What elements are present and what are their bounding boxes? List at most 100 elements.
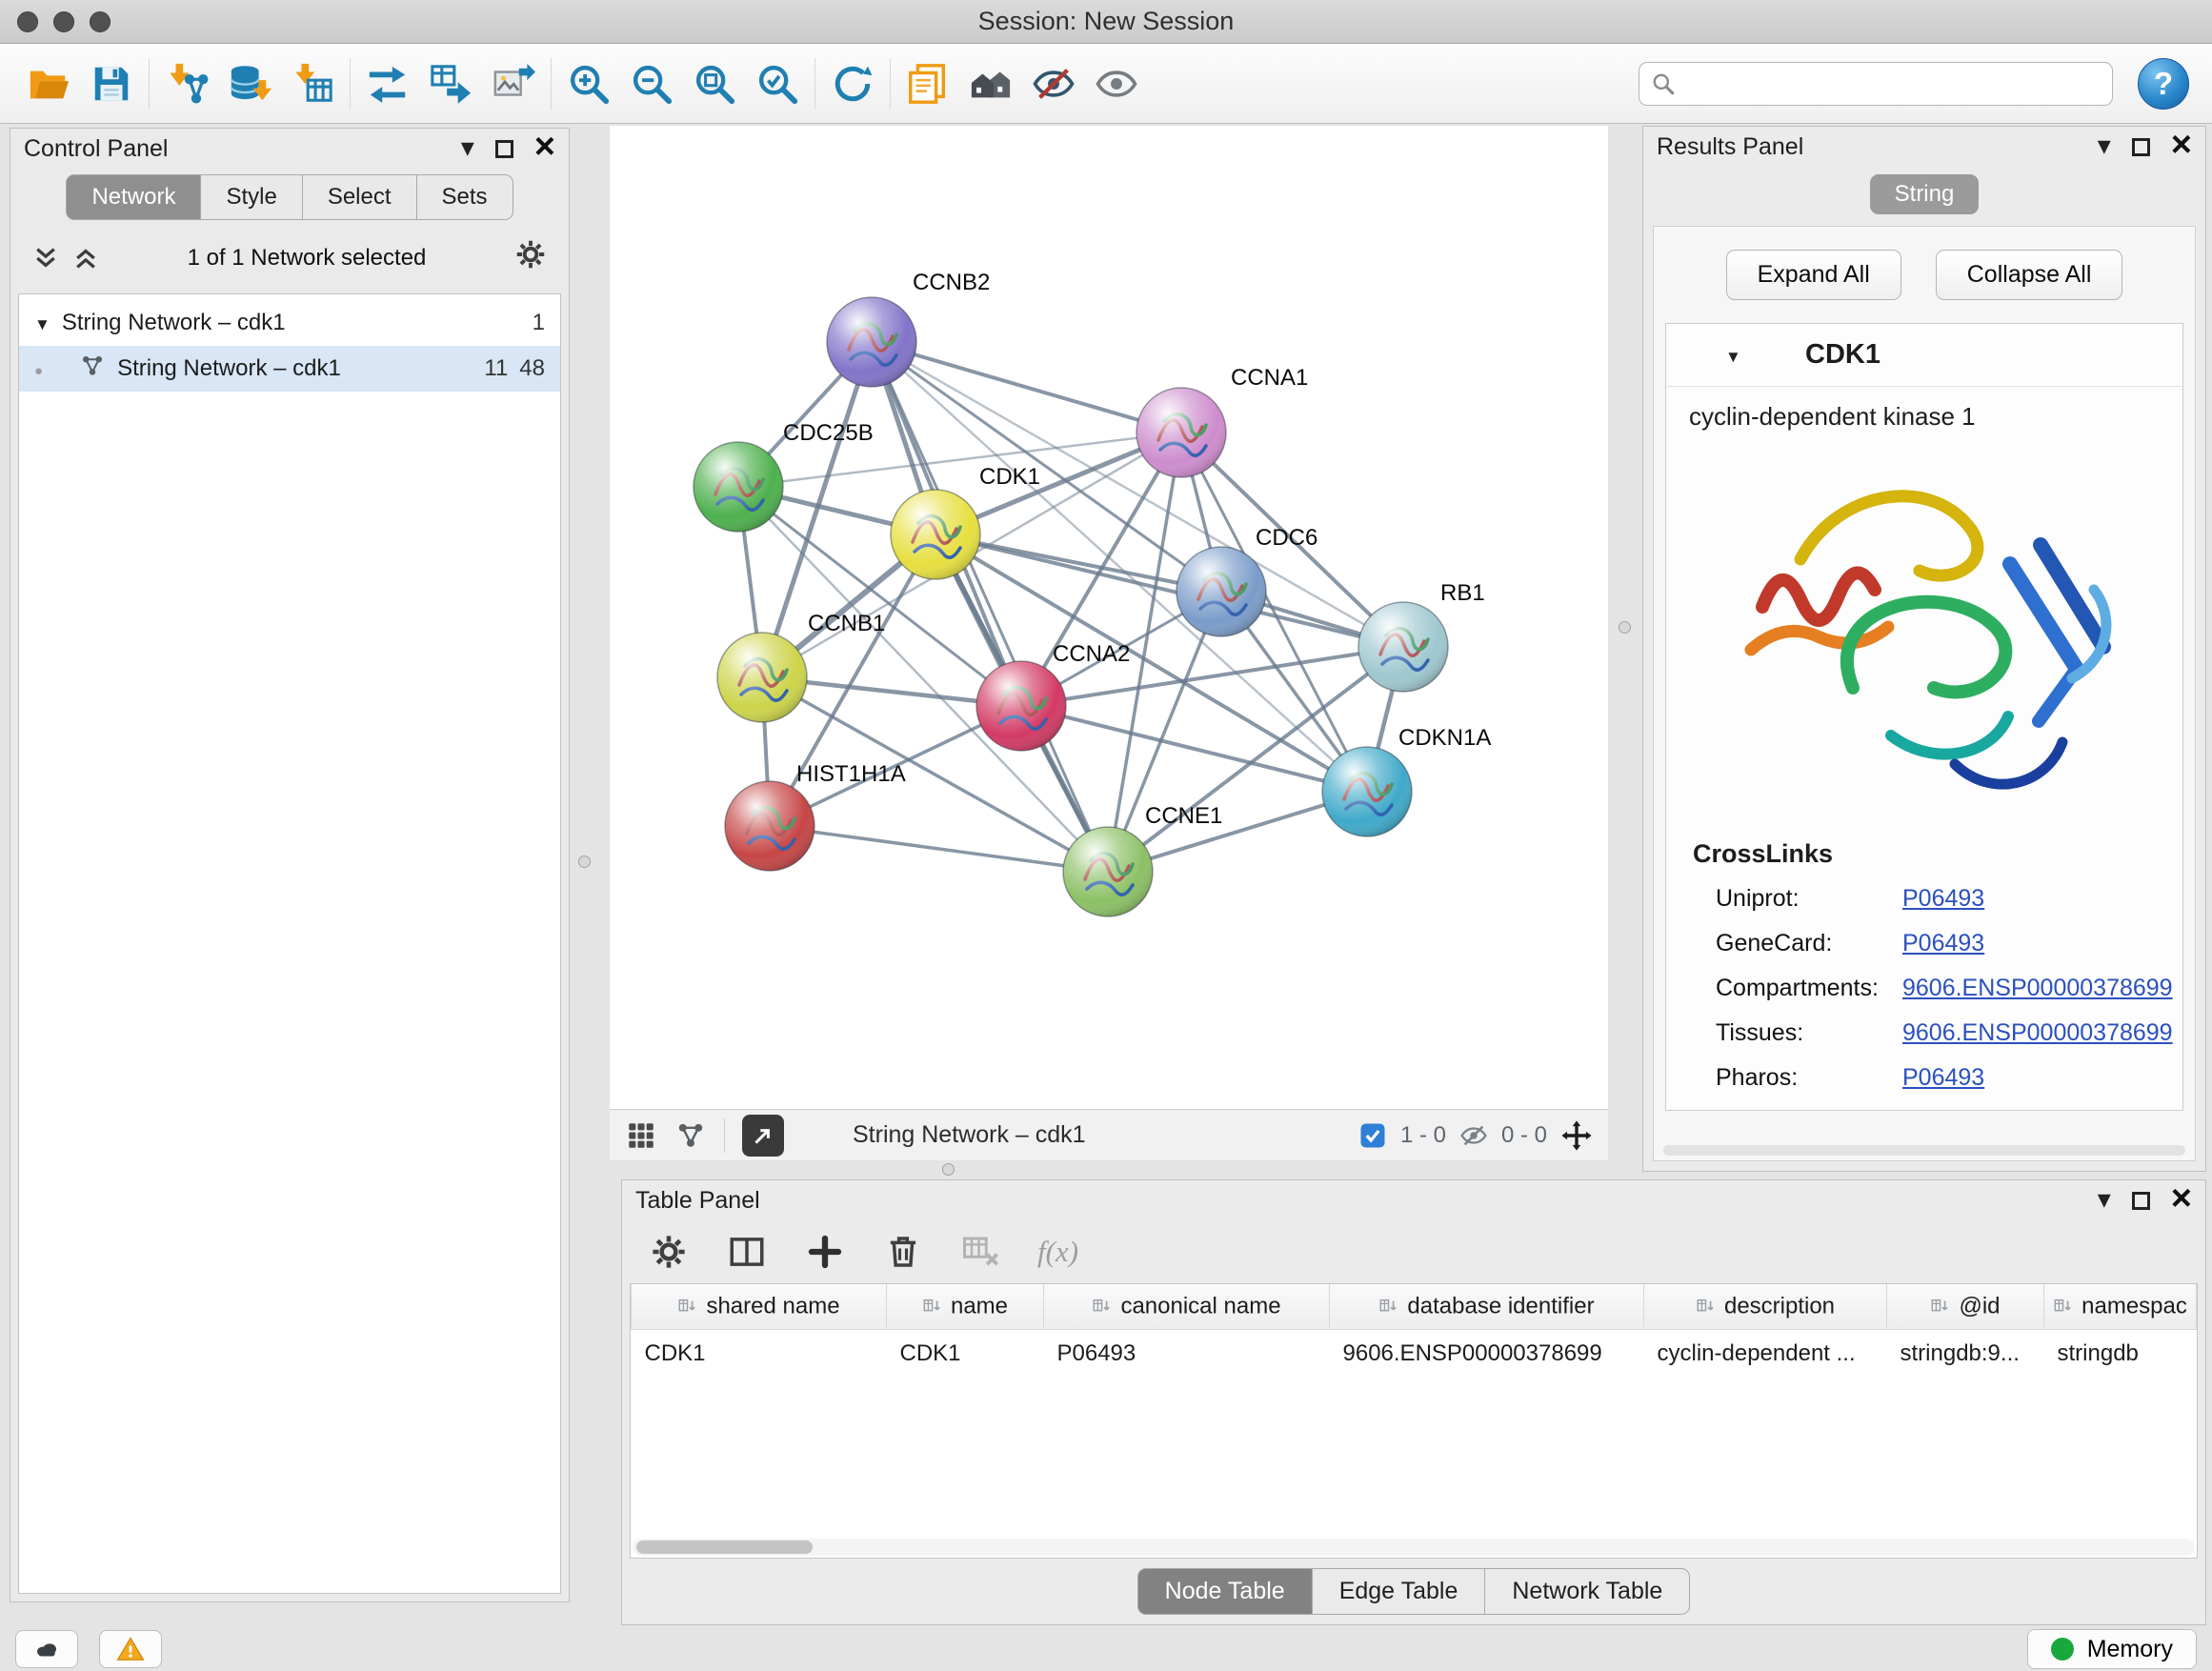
search-field[interactable] — [1639, 62, 2113, 106]
right-splitter-handle[interactable] — [1619, 621, 1631, 634]
hide-graphics-details-button[interactable] — [1026, 56, 1081, 111]
column-header-database-identifier[interactable]: database identifier — [1330, 1284, 1644, 1329]
cloud-status-button[interactable] — [15, 1630, 78, 1668]
cell-canonical-name[interactable]: P06493 — [1044, 1329, 1330, 1378]
network-node-cdk1[interactable]: CDK1 — [891, 464, 1040, 579]
expand-all-button[interactable]: Expand All — [1726, 250, 1901, 300]
table-row[interactable]: CDK1 CDK1 P06493 9606.ENSP00000378699 cy… — [632, 1329, 2197, 1378]
export-image-button[interactable] — [486, 56, 541, 111]
table-options-button[interactable] — [647, 1230, 691, 1274]
network-node-ccne1[interactable]: CCNE1 — [1063, 803, 1222, 916]
zoom-fit-button[interactable] — [687, 56, 742, 111]
cell-id[interactable]: stringdb:9... — [1887, 1329, 2044, 1378]
collapse-all-button[interactable]: Collapse All — [1936, 250, 2123, 300]
control-panel-close-icon[interactable] — [534, 132, 555, 165]
tab-select[interactable]: Select — [302, 174, 416, 220]
table-panel-close-icon[interactable] — [2171, 1184, 2192, 1217]
minimize-window-button[interactable] — [53, 11, 74, 32]
tab-sets[interactable]: Sets — [416, 174, 513, 220]
tab-network-table[interactable]: Network Table — [1484, 1568, 1690, 1615]
tab-style[interactable]: Style — [200, 174, 301, 220]
create-column-button[interactable] — [803, 1230, 847, 1274]
crosslink-row: Pharos: P06493 — [1666, 1056, 2182, 1100]
column-header-description[interactable]: description — [1644, 1284, 1887, 1329]
memory-button[interactable]: Memory — [2027, 1629, 2197, 1669]
import-table-button[interactable] — [285, 56, 340, 111]
annotations-button[interactable] — [900, 56, 955, 111]
network-node-rb1[interactable]: RB1 — [1358, 580, 1485, 692]
tab-node-table[interactable]: Node Table — [1137, 1568, 1312, 1615]
tab-edge-table[interactable]: Edge Table — [1312, 1568, 1485, 1615]
crosslink-pharos[interactable]: P06493 — [1902, 1064, 1984, 1092]
results-scrollbar[interactable] — [1663, 1145, 2185, 1156]
status-bar: Memory — [0, 1627, 2212, 1671]
import-network-file-button[interactable] — [159, 56, 214, 111]
results-panel-close-icon[interactable] — [2171, 131, 2192, 163]
collection-expand-icon[interactable] — [34, 310, 50, 336]
zoom-selected-button[interactable] — [750, 56, 805, 111]
control-panel-maximize-icon[interactable] — [495, 140, 513, 158]
hidden-count: 0 - 0 — [1501, 1122, 1547, 1149]
show-graphics-details-button[interactable] — [1089, 56, 1144, 111]
tab-string[interactable]: String — [1870, 174, 1980, 214]
results-panel-maximize-icon[interactable] — [2132, 138, 2150, 156]
network-overview-button[interactable] — [674, 1119, 707, 1152]
function-builder-button[interactable]: f(x) — [1037, 1235, 1078, 1269]
control-panel-float-icon[interactable] — [461, 134, 474, 163]
crosslink-uniprot[interactable]: P06493 — [1902, 885, 1984, 913]
network-node-ccna1[interactable]: CCNA1 — [1136, 365, 1308, 477]
column-header-canonical-name[interactable]: canonical name — [1044, 1284, 1330, 1329]
delete-table-button[interactable] — [959, 1230, 1003, 1274]
delete-column-button[interactable] — [881, 1230, 925, 1274]
help-button[interactable]: ? — [2138, 58, 2189, 110]
horizontal-scrollbar[interactable] — [633, 1539, 2195, 1556]
cell-shared-name[interactable]: CDK1 — [632, 1329, 887, 1378]
search-input[interactable] — [1685, 70, 2101, 97]
crosslink-compartments[interactable]: 9606.ENSP00000378699 — [1902, 975, 2173, 1002]
cell-name[interactable]: CDK1 — [887, 1329, 1044, 1378]
show-columns-button[interactable] — [725, 1230, 769, 1274]
open-session-button[interactable] — [21, 56, 76, 111]
crosslink-genecard[interactable]: P06493 — [1902, 930, 1984, 957]
cell-namespace[interactable]: stringdb — [2044, 1329, 2197, 1378]
collapse-all-networks-icon[interactable] — [31, 244, 60, 272]
gene-card-header[interactable]: CDK1 — [1666, 324, 2182, 387]
network-collection-row[interactable]: String Network – cdk1 1 — [19, 300, 560, 346]
table-panel-float-icon[interactable] — [2098, 1186, 2111, 1215]
results-panel-float-icon[interactable] — [2098, 132, 2111, 161]
import-network-database-button[interactable] — [222, 56, 277, 111]
close-window-button[interactable] — [17, 11, 38, 32]
new-network-from-selection-button[interactable] — [423, 56, 478, 111]
network-row[interactable]: String Network – cdk1 11 48 — [19, 346, 560, 392]
cell-database-identifier[interactable]: 9606.ENSP00000378699 — [1330, 1329, 1644, 1378]
expand-all-networks-icon[interactable] — [71, 244, 100, 272]
zoom-out-button[interactable] — [624, 56, 679, 111]
crosslink-tissues[interactable]: 9606.ENSP00000378699 — [1902, 1019, 2173, 1047]
gene-collapse-icon[interactable] — [1725, 342, 1741, 369]
pan-mode-button[interactable] — [1560, 1119, 1593, 1152]
column-header-shared-name[interactable]: shared name — [632, 1284, 887, 1329]
refresh-view-button[interactable] — [825, 56, 880, 111]
export-network-button[interactable] — [360, 56, 415, 111]
column-header-namespace[interactable]: namespac — [2044, 1284, 2197, 1329]
home-view-button[interactable] — [963, 56, 1018, 111]
scrollbar-thumb[interactable] — [636, 1540, 813, 1554]
table-panel-maximize-icon[interactable] — [2132, 1192, 2150, 1210]
control-panel-tabs: Network Style Select Sets — [10, 174, 569, 220]
column-header-id[interactable]: @id — [1887, 1284, 2044, 1329]
zoom-window-button[interactable] — [90, 11, 111, 32]
network-canvas[interactable]: CCNB2 CCNA1 CDC25B CDK1 — [610, 126, 1608, 1109]
birds-eye-view-button[interactable] — [625, 1119, 657, 1152]
zoom-in-button[interactable] — [561, 56, 616, 111]
save-session-button[interactable] — [84, 56, 139, 111]
warnings-button[interactable] — [99, 1630, 162, 1668]
tab-network[interactable]: Network — [66, 174, 200, 220]
network-node-hist1h1a[interactable]: HIST1H1A — [725, 761, 906, 871]
network-options-gear-icon[interactable] — [513, 237, 548, 278]
cell-description[interactable]: cyclin-dependent ... — [1644, 1329, 1887, 1378]
column-header-name[interactable]: name — [887, 1284, 1044, 1329]
detach-view-button[interactable] — [742, 1115, 784, 1157]
network-node-cdkn1a[interactable]: CDKN1A — [1322, 725, 1491, 836]
left-splitter-handle[interactable] — [578, 856, 591, 868]
horizontal-splitter-handle[interactable] — [942, 1163, 955, 1176]
